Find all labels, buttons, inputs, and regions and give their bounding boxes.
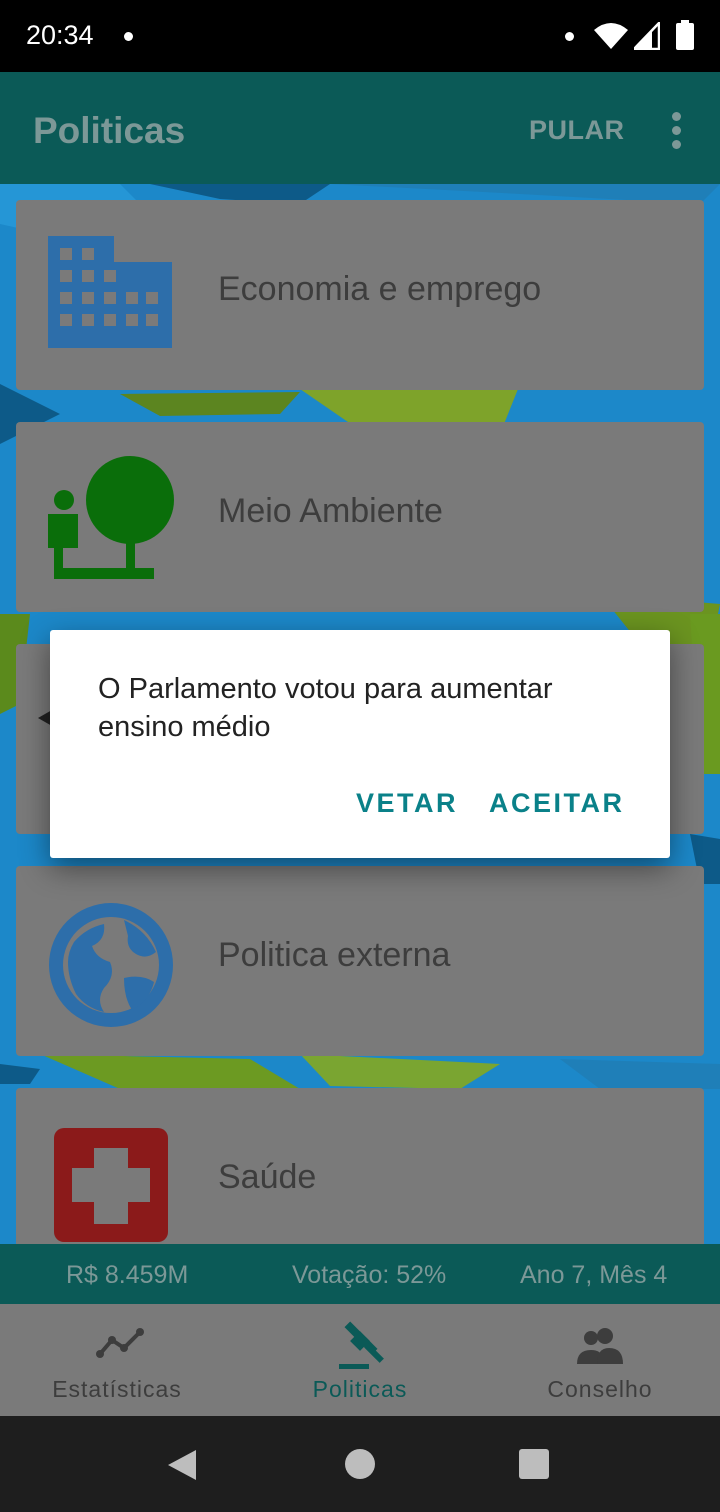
system-navigation-bar bbox=[0, 1416, 720, 1512]
back-icon[interactable] bbox=[166, 1448, 198, 1482]
home-icon[interactable] bbox=[344, 1448, 376, 1480]
parliament-vote-dialog: O Parlamento votou para aumentar ensino … bbox=[50, 630, 670, 858]
battery-icon bbox=[676, 20, 694, 50]
veto-button[interactable]: VETAR bbox=[356, 788, 458, 819]
notification-dot-icon bbox=[124, 32, 133, 41]
accept-button[interactable]: ACEITAR bbox=[489, 788, 625, 819]
status-time: 20:34 bbox=[26, 20, 94, 50]
app-screen: 20:34 Politicas PULAR Economia e emprego… bbox=[0, 0, 720, 1512]
cell-signal-icon bbox=[634, 22, 660, 50]
wifi-icon bbox=[594, 23, 628, 49]
notification-dot-icon bbox=[565, 32, 574, 41]
status-bar: 20:34 bbox=[0, 0, 720, 72]
recents-icon[interactable] bbox=[519, 1449, 549, 1479]
dialog-message: O Parlamento votou para aumentar ensino … bbox=[98, 673, 553, 743]
